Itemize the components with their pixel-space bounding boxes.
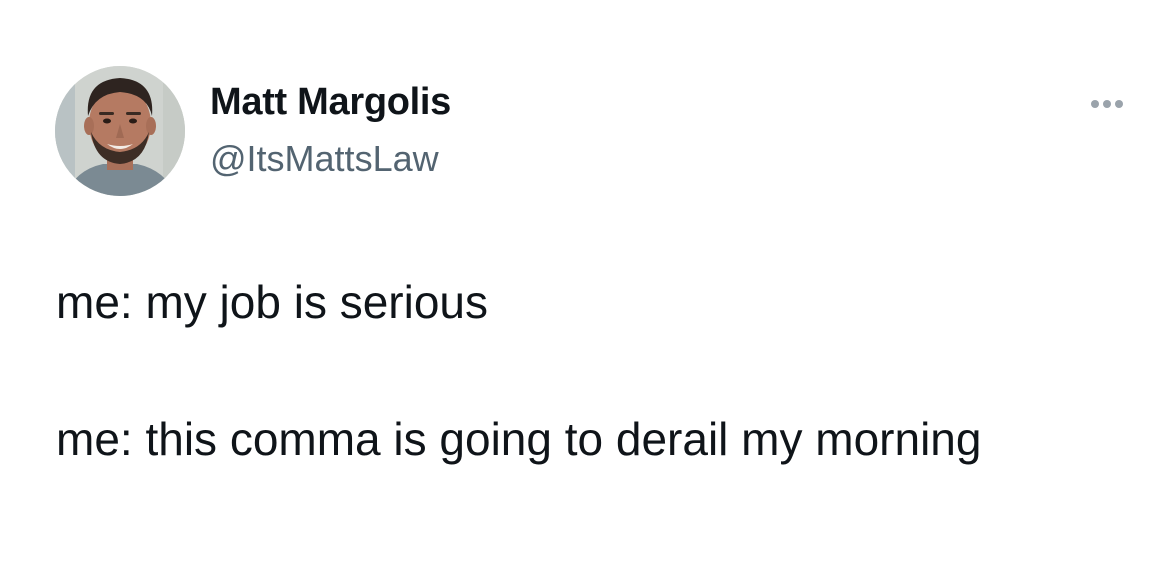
author-handle[interactable]: @ItsMattsLaw bbox=[210, 138, 439, 180]
more-options-icon[interactable] bbox=[1082, 92, 1132, 116]
tweet-card: Matt Margolis @ItsMattsLaw me: my job is… bbox=[0, 0, 1170, 577]
author-display-name[interactable]: Matt Margolis bbox=[210, 80, 451, 124]
tweet-text-line: me: my job is serious bbox=[56, 276, 489, 328]
avatar[interactable] bbox=[55, 66, 185, 196]
profile-photo-icon bbox=[55, 66, 185, 196]
tweet-text-line: me: this comma is going to derail my mor… bbox=[56, 413, 982, 465]
